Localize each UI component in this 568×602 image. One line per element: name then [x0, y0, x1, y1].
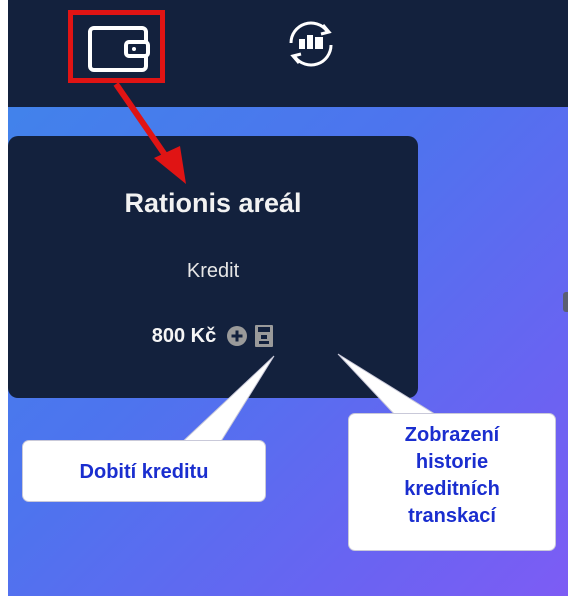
callout-pointer-topup — [176, 355, 275, 447]
app-screen: Rationis areál Kredit 800 Kč Dobití kred… — [8, 0, 568, 596]
callout-history-line: Zobrazení — [404, 424, 500, 446]
callout-history-line: kreditních — [404, 478, 500, 500]
callout-topup: Dobití kreditu — [22, 440, 266, 502]
callout-history-line: transkací — [408, 505, 496, 527]
highlight-arrow-head — [154, 146, 186, 184]
edge-handle — [563, 292, 568, 312]
callout-history: Zobrazení historie kreditních transkací — [348, 413, 556, 551]
callout-pointer-history — [337, 353, 440, 417]
callout-history-line: historie — [415, 451, 489, 473]
